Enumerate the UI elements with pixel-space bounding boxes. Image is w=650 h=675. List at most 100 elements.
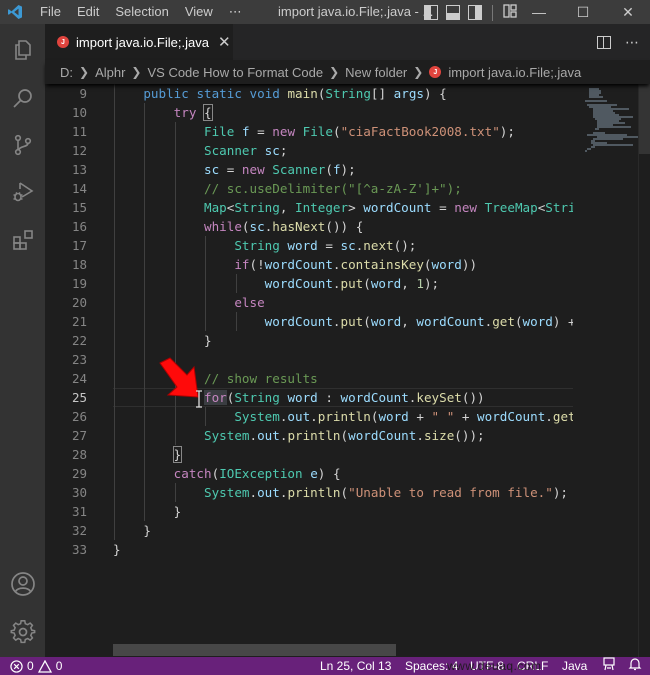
code-line[interactable]: Scanner sc; <box>113 141 287 160</box>
code-line[interactable]: // sc.useDelimiter("[^a-zA-Z']+"); <box>113 179 462 198</box>
code-line[interactable]: } <box>113 540 121 559</box>
more-actions-icon[interactable]: ⋯ <box>625 34 640 51</box>
minimap-line <box>595 128 599 130</box>
activity-source-control[interactable] <box>0 125 45 165</box>
toggle-sidebar-icon[interactable] <box>424 5 438 20</box>
editor-actions: ⋯ <box>597 24 640 60</box>
activity-accounts[interactable] <box>0 564 45 604</box>
line-number: 19 <box>71 276 87 291</box>
language-mode[interactable]: Java <box>562 657 587 675</box>
layout-controls <box>424 4 517 21</box>
line-number: 17 <box>71 238 87 253</box>
code-line[interactable]: System.out.println(wordCount.size()); <box>113 426 485 445</box>
activity-run-debug[interactable] <box>0 172 45 212</box>
breadcrumb-folder-vscode[interactable]: VS Code How to Format Code <box>147 65 323 80</box>
debug-icon <box>13 182 33 202</box>
code-line[interactable]: catch(IOException e) { <box>113 464 341 483</box>
line-number: 24 <box>71 371 87 386</box>
split-editor-icon[interactable] <box>597 35 611 49</box>
java-file-icon: J <box>429 66 442 78</box>
line-number: 10 <box>71 105 87 120</box>
minimap[interactable] <box>573 84 639 657</box>
code-line[interactable]: while(sc.hasNext()) { <box>113 217 363 236</box>
source-control-icon <box>14 134 31 156</box>
breadcrumb-drive[interactable]: D: <box>60 65 73 80</box>
vertical-scrollbar-thumb[interactable] <box>639 84 650 154</box>
activity-explorer[interactable] <box>0 30 45 70</box>
line-number: 33 <box>71 542 87 557</box>
code-line[interactable]: } <box>113 502 182 521</box>
code-line[interactable]: Map<String, Integer> wordCount = new Tre… <box>113 198 573 217</box>
feedback-icon[interactable] <box>602 657 616 675</box>
horizontal-scrollbar-thumb[interactable] <box>113 644 396 656</box>
code-line[interactable]: String word = sc.next(); <box>113 236 416 255</box>
menu-file[interactable]: File <box>30 0 69 24</box>
toggle-panel-icon[interactable] <box>446 5 460 20</box>
breadcrumb-file[interactable]: import java.io.File;.java <box>448 65 581 80</box>
code-line[interactable]: File f = new File("ciaFactBook2008.txt")… <box>113 122 515 141</box>
breadcrumb-alphr[interactable]: Alphr <box>95 65 125 80</box>
menu-view[interactable]: View <box>177 0 221 24</box>
line-number: 21 <box>71 314 87 329</box>
watermark-text: www.deuaq.com <box>447 659 542 673</box>
close-window-button[interactable]: ✕ <box>606 0 650 24</box>
chevron-right-icon: ❯ <box>329 65 340 79</box>
line-number: 15 <box>71 200 87 215</box>
code-line[interactable]: System.out.println(word + " " + wordCoun… <box>113 407 573 426</box>
account-icon <box>10 572 35 596</box>
activity-manage[interactable] <box>0 612 45 652</box>
activity-search[interactable] <box>0 78 45 118</box>
code-line[interactable]: } <box>113 331 212 350</box>
code-line[interactable]: try { <box>113 103 213 122</box>
line-number: 13 <box>71 162 87 177</box>
code-line[interactable]: } <box>113 521 151 540</box>
line-number: 26 <box>71 409 87 424</box>
line-number: 27 <box>71 428 87 443</box>
tab-import-java-io-file[interactable]: J import java.io.File;.java ✕ <box>45 24 233 60</box>
code-line[interactable]: wordCount.put(word, wordCount.get(word) … <box>113 312 573 331</box>
files-icon <box>14 40 31 60</box>
chevron-right-icon: ❯ <box>131 65 142 79</box>
code-line[interactable]: if(!wordCount.containsKey(word)) <box>113 255 477 274</box>
notifications-bell-icon[interactable] <box>628 657 642 675</box>
minimize-button[interactable]: — <box>517 0 561 24</box>
code-line[interactable]: sc = new Scanner(f); <box>113 160 356 179</box>
warning-count: 0 <box>55 659 63 673</box>
customize-layout-icon[interactable] <box>503 4 517 21</box>
minimap-line <box>597 126 631 128</box>
title-bar: File Edit Selection View ⋯ import java.i… <box>0 0 650 24</box>
code-line[interactable]: wordCount.put(word, 1); <box>113 274 439 293</box>
code-line[interactable]: public static void main(String[] args) { <box>113 84 446 103</box>
line-number: 32 <box>71 523 87 538</box>
breadcrumb-new-folder[interactable]: New folder <box>345 65 407 80</box>
line-number: 12 <box>71 143 87 158</box>
line-number: 22 <box>71 333 87 348</box>
breadcrumb: D: ❯ Alphr ❯ VS Code How to Format Code … <box>45 60 650 84</box>
line-number-gutter: 9 10 11 12 13 14 15 16 17 18 19 20 21 22 23 24 25 26 27 28 2… <box>45 84 87 657</box>
vertical-scrollbar[interactable] <box>638 84 650 657</box>
chevron-right-icon: ❯ <box>79 65 90 79</box>
error-count: 0 <box>27 659 34 673</box>
code-line[interactable]: // show results <box>113 369 318 388</box>
toggle-secondary-sidebar-icon[interactable] <box>468 5 482 20</box>
close-tab-icon[interactable]: ✕ <box>218 33 231 51</box>
line-number: 9 <box>79 86 87 101</box>
menu-edit[interactable]: Edit <box>69 0 107 24</box>
cursor-position[interactable]: Ln 25, Col 13 <box>320 657 391 675</box>
status-bar: 0 0 Ln 25, Col 13 Spaces: 4 UTF-8 CRLF J… <box>0 657 650 675</box>
menu-selection[interactable]: Selection <box>107 0 176 24</box>
code-line[interactable]: System.out.println("Unable to read from … <box>113 483 568 502</box>
red-arrow-annotation <box>159 357 199 398</box>
menu-more[interactable]: ⋯ <box>221 0 250 24</box>
line-number: 16 <box>71 219 87 234</box>
maximize-button[interactable]: ☐ <box>561 0 605 24</box>
activity-extensions[interactable] <box>0 220 45 260</box>
minimap-line <box>593 144 633 146</box>
code-editor[interactable]: 9 10 11 12 13 14 15 16 17 18 19 20 21 22 23 24 25 26 27 28 2… <box>45 84 650 657</box>
line-number: 20 <box>71 295 87 310</box>
problems-indicator[interactable]: 0 0 <box>10 657 62 675</box>
gear-icon <box>9 620 35 644</box>
code-line[interactable]: else <box>113 293 264 312</box>
line-number: 31 <box>71 504 87 519</box>
code-line[interactable]: } <box>113 445 183 464</box>
